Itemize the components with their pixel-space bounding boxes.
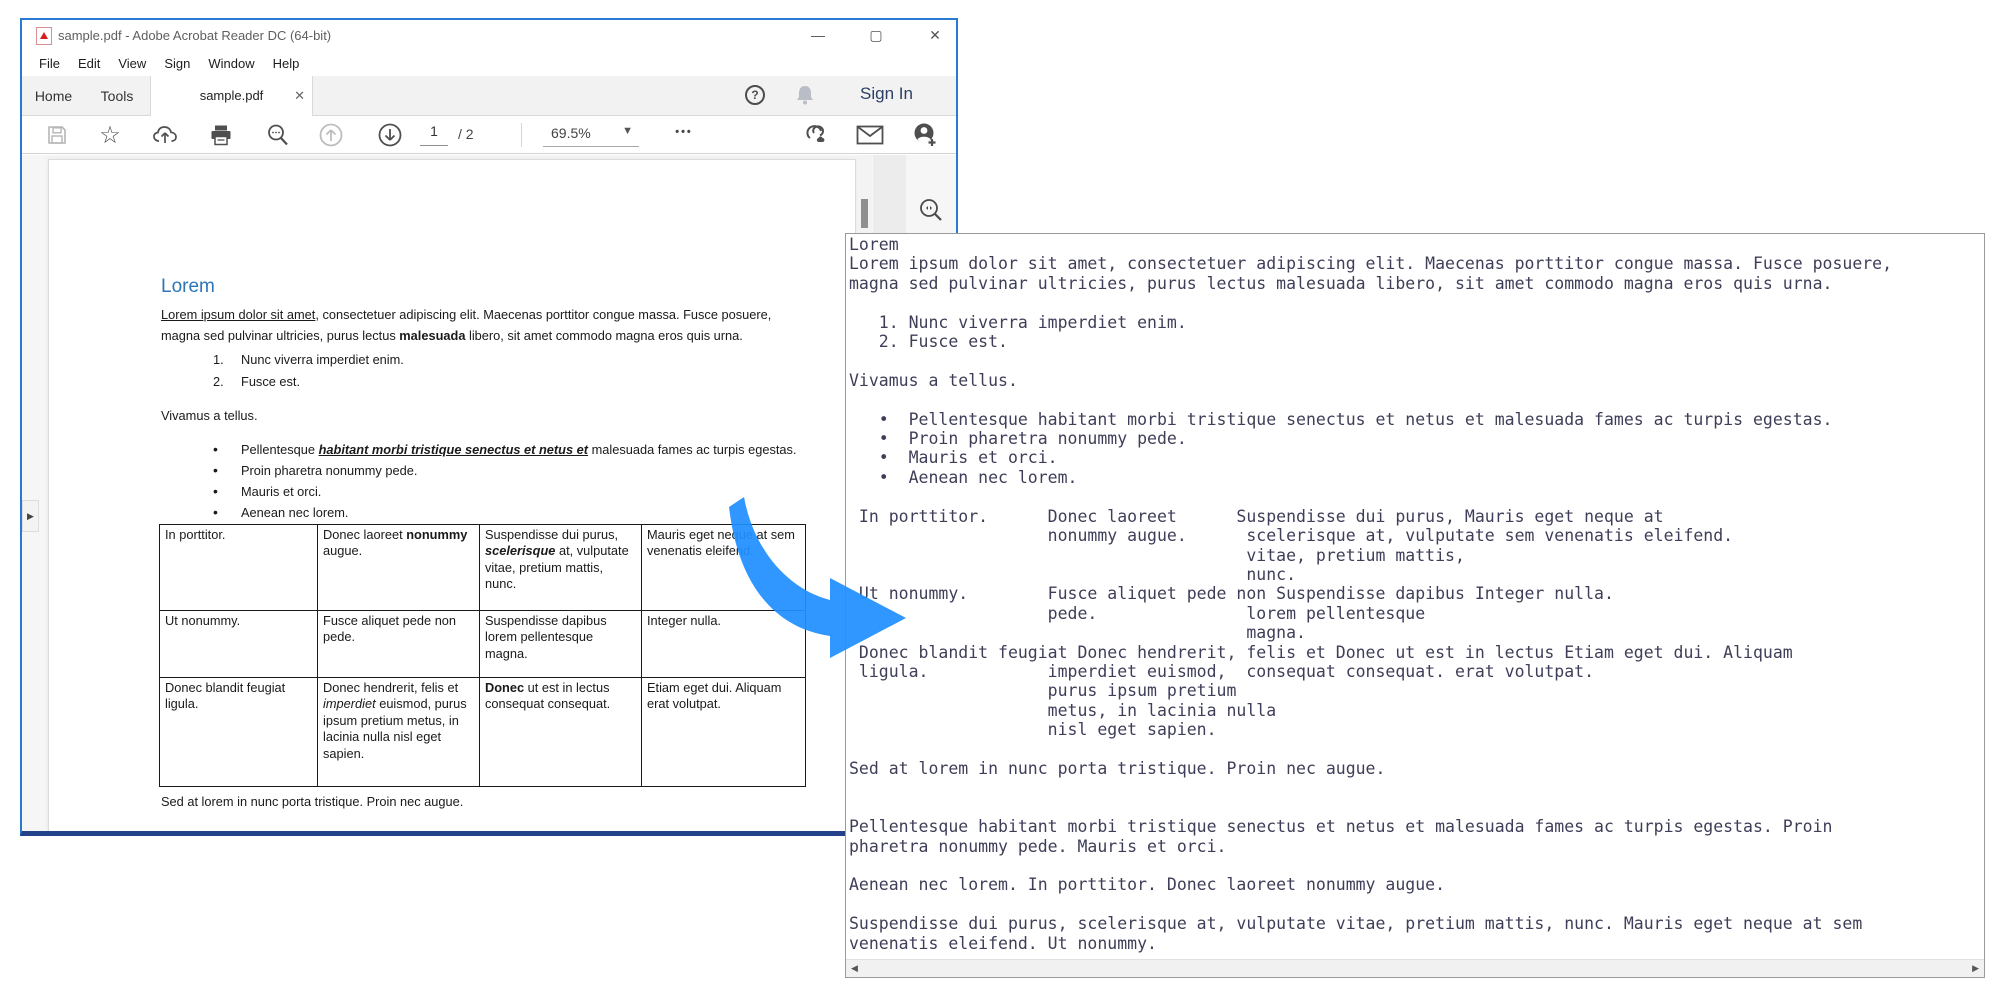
pdf-bullet-item: Mauris et orci. — [213, 483, 321, 499]
pdf-closing-line: Sed at lorem in nunc porta tristique. Pr… — [161, 794, 463, 809]
pdf-heading: Lorem — [161, 276, 215, 298]
pdf-table: In porttitor. Donec laoreet nonummy augu… — [159, 524, 806, 787]
maximize-button[interactable]: ▢ — [860, 23, 892, 47]
menu-help[interactable]: Help — [264, 56, 309, 71]
star-favorites-icon[interactable]: ☆ — [95, 120, 125, 150]
search-icon[interactable] — [263, 120, 293, 150]
pdf-numbered-item: 1.Nunc viverra imperdiet enim. — [213, 352, 404, 367]
table-row: In porttitor. Donec laoreet nonummy augu… — [160, 525, 806, 611]
menu-window[interactable]: Window — [199, 56, 263, 71]
scroll-left-icon[interactable]: ◀ — [851, 963, 858, 974]
cloud-upload-icon[interactable] — [150, 120, 180, 150]
tab-home[interactable]: Home — [22, 76, 85, 116]
tab-close-icon[interactable]: ✕ — [294, 76, 305, 116]
window-title: sample.pdf - Adobe Acrobat Reader DC (64… — [58, 28, 331, 43]
previous-page-icon[interactable] — [316, 120, 346, 150]
pdf-bullet-item: Aenean nec lorem. — [213, 504, 348, 520]
minimize-button[interactable]: — — [802, 23, 834, 47]
tab-bar: Home Tools sample.pdf ✕ ? Sign In — [22, 76, 956, 116]
main-toolbar: ☆ — [22, 116, 956, 154]
vertical-scrollbar[interactable] — [857, 155, 872, 233]
pdf-paragraph: Lorem ipsum dolor sit amet, consectetuer… — [161, 304, 809, 346]
marquee-zoom-icon[interactable] — [918, 197, 944, 223]
window-titlebar[interactable]: sample.pdf - Adobe Acrobat Reader DC (64… — [22, 20, 956, 50]
fill-sign-icon[interactable] — [801, 120, 831, 150]
tab-document[interactable]: sample.pdf ✕ — [150, 76, 313, 116]
pdf-numbered-item: 2.Fusce est. — [213, 374, 300, 389]
zoom-level-value: 69.5% — [551, 125, 591, 141]
scrollbar-thumb[interactable] — [861, 199, 868, 228]
more-tools-icon[interactable]: ••• — [664, 120, 704, 148]
chevron-down-icon: ▼ — [622, 125, 633, 137]
horizontal-scrollbar[interactable]: ◀ ▶ — [846, 959, 1984, 977]
next-page-icon[interactable] — [375, 120, 405, 150]
extracted-text-panel: Lorem Lorem ipsum dolor sit amet, consec… — [845, 233, 1985, 978]
help-icon[interactable]: ? — [745, 85, 765, 105]
toolbar-divider — [521, 123, 522, 147]
save-icon[interactable] — [42, 120, 72, 150]
email-icon[interactable] — [855, 120, 885, 150]
menu-sign[interactable]: Sign — [155, 56, 199, 71]
pdf-bullet-item: Proin pharetra nonummy pede. — [213, 462, 417, 478]
menu-bar: File Edit View Sign Window Help — [22, 50, 956, 76]
pdf-paragraph: Vivamus a tellus. — [161, 408, 258, 423]
tab-document-label: sample.pdf — [200, 88, 264, 103]
tab-tools[interactable]: Tools — [85, 76, 149, 116]
menu-edit[interactable]: Edit — [69, 56, 109, 71]
print-icon[interactable] — [206, 120, 236, 150]
tools-rail — [873, 155, 906, 233]
menu-view[interactable]: View — [109, 56, 155, 71]
nav-pane-expand-icon[interactable]: ▶ — [22, 500, 39, 532]
scroll-right-icon[interactable]: ▶ — [1972, 963, 1979, 974]
notifications-bell-icon[interactable] — [793, 84, 817, 106]
document-pane: Lorem Lorem ipsum dolor sit amet, consec… — [22, 155, 956, 831]
close-button[interactable]: ✕ — [919, 23, 951, 47]
sign-in-button[interactable]: Sign In — [860, 84, 913, 104]
page-count-label: / 2 — [458, 126, 474, 142]
page-number-input[interactable]: 1 — [420, 123, 448, 146]
share-person-icon[interactable] — [910, 120, 940, 150]
table-row: Donec blandit feugiat ligula. Donec hend… — [160, 678, 806, 787]
zoom-level-dropdown[interactable]: 69.5% ▼ — [543, 121, 639, 147]
table-row: Ut nonummy. Fusce aliquet pede non pede.… — [160, 611, 806, 678]
acrobat-window: sample.pdf - Adobe Acrobat Reader DC (64… — [20, 18, 958, 836]
pdf-page: Lorem Lorem ipsum dolor sit amet, consec… — [48, 159, 856, 831]
extracted-text-content: Lorem Lorem ipsum dolor sit amet, consec… — [846, 234, 1984, 953]
pdf-bullet-item: Pellentesque habitant morbi tristique se… — [213, 441, 796, 457]
acrobat-app-icon — [36, 27, 52, 45]
menu-file[interactable]: File — [30, 56, 69, 71]
